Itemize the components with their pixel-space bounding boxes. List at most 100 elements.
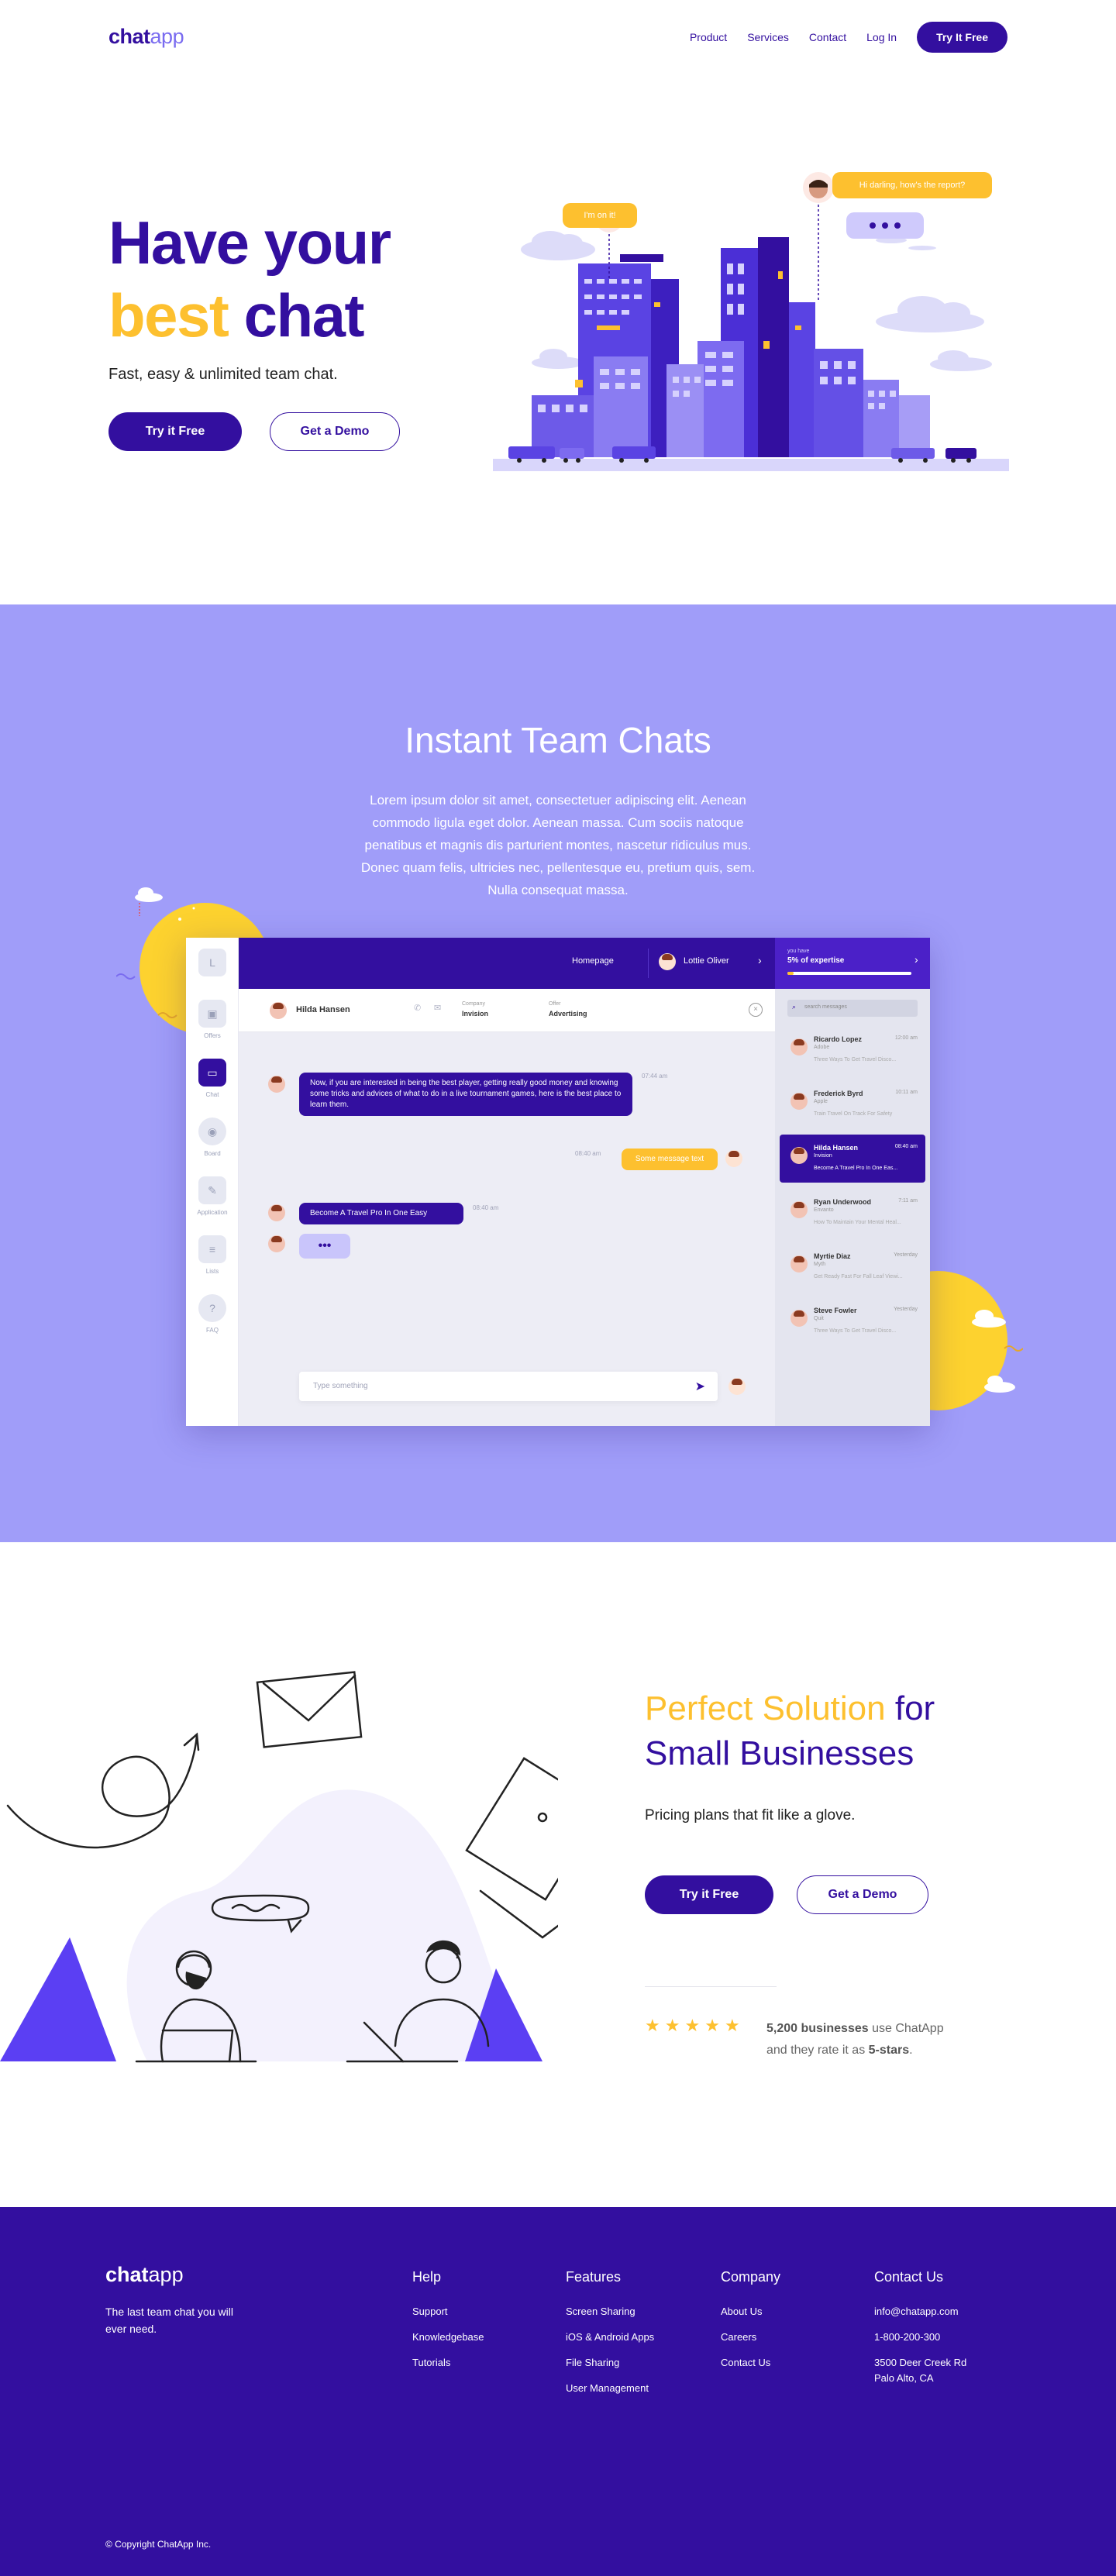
- sidebar-item-application[interactable]: ✎ Application: [197, 1176, 228, 1216]
- footer-link[interactable]: iOS & Android Apps: [566, 2331, 654, 2344]
- contact-last-message: Three Ways To Get Travel Disco...: [814, 1057, 897, 1062]
- star-icon: ★: [724, 2016, 740, 2035]
- footer-link[interactable]: Support: [412, 2306, 484, 2318]
- topbar-user-name[interactable]: Lottie Oliver: [684, 956, 729, 966]
- contact-item[interactable]: Ricardo Lopez Adobe Three Ways To Get Tr…: [780, 1026, 925, 1074]
- solution-divider: [645, 1986, 777, 1987]
- contact-item[interactable]: Frederick Byrd Apple Train Travel On Tra…: [780, 1080, 925, 1128]
- star-icon: ★: [645, 2016, 660, 2035]
- solution-try-free-button[interactable]: Try it Free: [645, 1875, 773, 1914]
- footer-link[interactable]: File Sharing: [566, 2357, 654, 2369]
- footer-address-line1: 3500 Deer Creek Rd: [874, 2357, 967, 2368]
- sidebar-item-home[interactable]: L: [197, 949, 228, 981]
- message-bubble-own: Some message text: [622, 1149, 718, 1170]
- footer-col-company: Company About Us Careers Contact Us: [721, 2269, 780, 2382]
- contact-time: 08:40 am: [894, 1144, 918, 1149]
- team-chats-title: Instant Team Chats: [405, 720, 711, 760]
- hero-title-line2: best chat: [108, 279, 391, 352]
- sidebar-item-offers[interactable]: ▣ Offers: [197, 1000, 228, 1039]
- close-icon[interactable]: ×: [749, 1003, 763, 1017]
- sidebar-item-lists[interactable]: ≡ Lists: [197, 1235, 228, 1275]
- contact-time: 10:11 am: [895, 1090, 918, 1095]
- footer-link[interactable]: Contact Us: [721, 2357, 780, 2369]
- chat-contact-name: Hilda Hansen: [296, 1005, 350, 1014]
- hero-demo-button[interactable]: Get a Demo: [270, 412, 400, 451]
- phone-icon[interactable]: ✆: [414, 1003, 421, 1013]
- contact-last-message: Become A Travel Pro In One Eas...: [814, 1166, 898, 1171]
- chevron-right-icon[interactable]: ›: [758, 954, 762, 966]
- rating-line1: 5,200 businesses use ChatApp: [766, 2018, 944, 2040]
- contact-name: Ryan Underwood: [814, 1198, 872, 1206]
- contact-company: Quit: [814, 1316, 824, 1321]
- message-bubble: Now, if you are interested in being the …: [299, 1073, 632, 1116]
- hero-bubble-left: I'm on it!: [584, 211, 616, 220]
- footer-logo[interactable]: chatapp: [105, 2263, 184, 2287]
- nav-try-free-button[interactable]: Try It Free: [917, 22, 1008, 53]
- hero-bubble-right: Hi darling, how's the report?: [859, 181, 966, 190]
- logo-light: app: [150, 25, 184, 48]
- rating-line2: and they rate it as 5-stars.: [766, 2044, 913, 2057]
- sidebar-label-board: Board: [204, 1150, 221, 1157]
- footer-link[interactable]: Screen Sharing: [566, 2306, 654, 2318]
- rating-text: 5,200 businesses use ChatApp and they ra…: [766, 2018, 944, 2061]
- hero-title-best: best: [108, 281, 229, 350]
- briefcase-icon: ▣: [198, 1000, 226, 1028]
- chevron-right-icon[interactable]: ›: [914, 953, 918, 966]
- contact-item[interactable]: Myrtie Diaz Myth Get Ready Fast For Fall…: [780, 1243, 925, 1291]
- contact-name: Steve Fowler: [814, 1307, 857, 1314]
- nav-link-login[interactable]: Log In: [866, 31, 897, 43]
- footer-col-title: Contact Us: [874, 2269, 944, 2285]
- nav-link-services[interactable]: Services: [747, 31, 789, 43]
- footer-email[interactable]: info@chatapp.com: [874, 2306, 966, 2318]
- logo[interactable]: chatapp: [108, 25, 184, 49]
- topbar-divider: [648, 949, 649, 978]
- message-time: 07:44 am: [642, 1073, 668, 1080]
- solution-title-for: for: [894, 1689, 935, 1727]
- sidebar-item-board[interactable]: ◉ Board: [197, 1118, 228, 1157]
- message-input[interactable]: Type something ➤: [299, 1372, 718, 1401]
- search-input[interactable]: ⌕ search messages: [787, 1000, 918, 1017]
- footer-link[interactable]: About Us: [721, 2306, 780, 2318]
- send-icon[interactable]: ➤: [695, 1379, 705, 1394]
- message-input-placeholder: Type something: [313, 1382, 368, 1390]
- topbar-user-avatar[interactable]: [659, 953, 676, 970]
- contacts-panel: you have 5% of expertise › ⌕ search mess…: [775, 938, 930, 1426]
- contact-item-active[interactable]: Hilda Hansen Invision Become A Travel Pr…: [780, 1135, 925, 1183]
- app-mockup: L ▣ Offers ▭ Chat ◉ Board ✎ Application …: [186, 938, 930, 1426]
- hero-title-chat: chat: [243, 281, 365, 350]
- nav-link-product[interactable]: Product: [690, 31, 727, 43]
- mail-icon[interactable]: ✉: [434, 1003, 441, 1013]
- sidebar-label-offers: Offers: [204, 1032, 221, 1039]
- solution-title-yellow: Perfect Solution: [645, 1689, 886, 1727]
- rating-count: 5,200 businesses: [766, 2022, 869, 2035]
- hero-try-free-button[interactable]: Try it Free: [108, 412, 242, 451]
- logo-icon: L: [198, 949, 226, 976]
- contact-company: Adobe: [814, 1045, 830, 1050]
- help-icon: ?: [198, 1294, 226, 1322]
- top-nav: chatapp Product Services Contact Log In …: [0, 0, 1116, 77]
- contact-avatar: [790, 1201, 808, 1218]
- contact-company: Apple: [814, 1099, 828, 1104]
- chat-area: Now, if you are interested in being the …: [239, 1032, 775, 1426]
- message-avatar: [268, 1204, 285, 1221]
- contact-item[interactable]: Steve Fowler Quit Three Ways To Get Trav…: [780, 1297, 925, 1345]
- footer-link[interactable]: Knowledgebase: [412, 2331, 484, 2344]
- topbar-homepage-link[interactable]: Homepage: [572, 956, 614, 966]
- app-topbar: Homepage Lottie Oliver ›: [239, 938, 775, 989]
- star-icon: ★: [684, 2016, 701, 2035]
- footer-address-line2: Palo Alto, CA: [874, 2372, 934, 2384]
- star-icon: ★: [704, 2016, 720, 2035]
- copyright: © Copyright ChatApp Inc.: [105, 2539, 212, 2550]
- solution-demo-button[interactable]: Get a Demo: [797, 1875, 928, 1914]
- sidebar-item-faq[interactable]: ? FAQ: [197, 1294, 228, 1334]
- footer-link[interactable]: Careers: [721, 2331, 780, 2344]
- footer-phone[interactable]: 1-800-200-300: [874, 2331, 966, 2344]
- search-icon: ⌕: [792, 1003, 797, 1011]
- nav-link-contact[interactable]: Contact: [809, 31, 846, 43]
- solution-subtitle: Pricing plans that fit like a glove.: [645, 1807, 856, 1824]
- nav-links: Product Services Contact Log In Try It F…: [690, 22, 1008, 53]
- contact-item[interactable]: Ryan Underwood Envanto How To Maintain Y…: [780, 1189, 925, 1237]
- footer-link[interactable]: Tutorials: [412, 2357, 484, 2369]
- sidebar-item-chat[interactable]: ▭ Chat: [197, 1059, 228, 1098]
- footer-link[interactable]: User Management: [566, 2382, 654, 2395]
